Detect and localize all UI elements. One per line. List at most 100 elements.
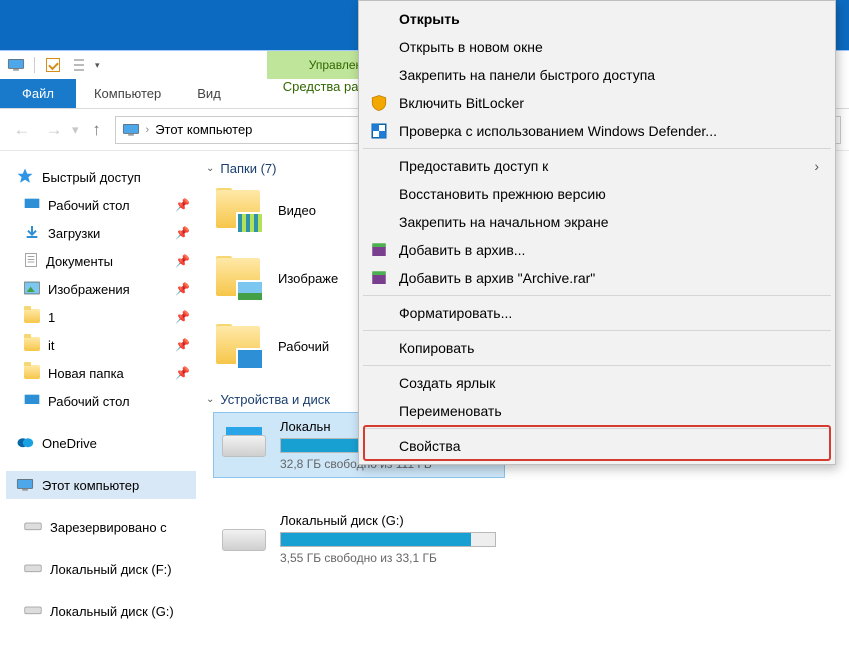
sidebar-item-desktop-2[interactable]: Рабочий стол bbox=[6, 387, 196, 415]
sidebar-item-label: it bbox=[48, 338, 55, 353]
pin-icon: 📌 bbox=[175, 366, 190, 380]
ctx-create-shortcut[interactable]: Создать ярлык bbox=[361, 369, 833, 397]
submenu-arrow-icon: › bbox=[814, 158, 819, 174]
sidebar-this-pc[interactable]: Этот компьютер bbox=[6, 471, 196, 499]
desktop-icon bbox=[24, 197, 40, 214]
shield-icon bbox=[369, 93, 389, 113]
defender-icon bbox=[369, 121, 389, 141]
nav-up-button[interactable]: ↑ bbox=[83, 116, 111, 144]
sidebar-item-documents[interactable]: Документы 📌 bbox=[6, 247, 196, 275]
sidebar-item-label: Локальный диск (G:) bbox=[50, 604, 174, 619]
sidebar-item-label: Документы bbox=[46, 254, 113, 269]
onedrive-icon bbox=[16, 436, 34, 451]
ctx-label: Включить BitLocker bbox=[399, 95, 524, 111]
ctx-defender-scan[interactable]: Проверка с использованием Windows Defend… bbox=[361, 117, 833, 145]
sidebar-item-label: Зарезервировано с bbox=[50, 520, 167, 535]
sidebar-item-downloads[interactable]: Загрузки 📌 bbox=[6, 219, 196, 247]
pin-icon: 📌 bbox=[175, 338, 190, 352]
drive-icon bbox=[24, 520, 42, 535]
pin-icon: 📌 bbox=[175, 310, 190, 324]
ctx-add-to-archive[interactable]: Добавить в архив... bbox=[361, 236, 833, 264]
ctx-label: Добавить в архив "Archive.rar" bbox=[399, 270, 595, 286]
ctx-copy[interactable]: Копировать bbox=[361, 334, 833, 362]
sidebar-item-label: Рабочий стол bbox=[48, 394, 130, 409]
sidebar-item-desktop[interactable]: Рабочий стол 📌 bbox=[6, 191, 196, 219]
ctx-format[interactable]: Форматировать... bbox=[361, 299, 833, 327]
chevron-down-icon: ⌄ bbox=[206, 163, 214, 174]
group-label: Устройства и диск bbox=[220, 392, 330, 407]
nav-back-button[interactable]: ← bbox=[8, 116, 36, 144]
sidebar-local-f[interactable]: Локальный диск (F:) bbox=[6, 555, 196, 583]
ctx-label: Проверка с использованием Windows Defend… bbox=[399, 123, 717, 139]
qat-properties-icon[interactable] bbox=[43, 55, 63, 75]
qat-customize-caret[interactable]: ▾ bbox=[95, 60, 100, 71]
drive-icon bbox=[222, 521, 266, 557]
folder-label: Изображе bbox=[278, 271, 338, 286]
ctx-pin-quick-access[interactable]: Закрепить на панели быстрого доступа bbox=[361, 61, 833, 89]
sidebar-quick-access[interactable]: Быстрый доступ bbox=[6, 163, 196, 191]
qat-new-icon[interactable] bbox=[71, 55, 91, 75]
folder-label: Видео bbox=[278, 203, 316, 218]
ctx-properties[interactable]: Свойства bbox=[361, 432, 833, 460]
desktop-icon bbox=[24, 393, 40, 410]
sidebar-item-folder-it[interactable]: it 📌 bbox=[6, 331, 196, 359]
tab-computer[interactable]: Компьютер bbox=[76, 79, 179, 108]
group-label: Папки (7) bbox=[220, 161, 276, 176]
folder-icon bbox=[24, 365, 40, 382]
ctx-open[interactable]: Открыть bbox=[361, 5, 833, 33]
titlebar-separator bbox=[34, 57, 35, 73]
sidebar-reserved-drive[interactable]: Зарезервировано с bbox=[6, 513, 196, 541]
pictures-icon bbox=[24, 281, 40, 298]
context-menu: Открыть Открыть в новом окне Закрепить н… bbox=[358, 0, 836, 465]
ctx-open-new-window[interactable]: Открыть в новом окне bbox=[361, 33, 833, 61]
sidebar-item-folder-1[interactable]: 1 📌 bbox=[6, 303, 196, 331]
folder-icon bbox=[214, 188, 262, 232]
drive-icon bbox=[24, 562, 42, 577]
winrar-icon bbox=[369, 268, 389, 288]
pin-icon: 📌 bbox=[175, 198, 190, 212]
address-chevron[interactable]: › bbox=[146, 124, 150, 136]
folder-label: Рабочий bbox=[278, 339, 329, 354]
sidebar-item-label: Быстрый доступ bbox=[42, 170, 141, 185]
ctx-give-access[interactable]: Предоставить доступ к › bbox=[361, 152, 833, 180]
thispc-icon bbox=[16, 478, 34, 492]
drive-icon bbox=[222, 427, 266, 463]
nav-history-caret[interactable]: ▾ bbox=[72, 122, 79, 138]
sidebar-local-g[interactable]: Локальный диск (G:) bbox=[6, 597, 196, 625]
sidebar-item-new-folder[interactable]: Новая папка 📌 bbox=[6, 359, 196, 387]
sidebar-onedrive[interactable]: OneDrive bbox=[6, 429, 196, 457]
navigation-pane: Быстрый доступ Рабочий стол 📌 Загрузки 📌… bbox=[0, 151, 200, 661]
sidebar-item-label: Новая папка bbox=[48, 366, 124, 381]
drive-free-text: 3,55 ГБ свободно из 33,1 ГБ bbox=[280, 551, 496, 565]
sidebar-item-label: Рабочий стол bbox=[48, 198, 130, 213]
ctx-restore-previous[interactable]: Восстановить прежнюю версию bbox=[361, 180, 833, 208]
sidebar-item-label: Этот компьютер bbox=[42, 478, 139, 493]
sidebar-item-label: Локальный диск (F:) bbox=[50, 562, 172, 577]
star-icon bbox=[16, 167, 34, 188]
drive-icon bbox=[24, 604, 42, 619]
sidebar-item-label: Загрузки bbox=[48, 226, 100, 241]
ctx-rename[interactable]: Переименовать bbox=[361, 397, 833, 425]
chevron-down-icon: ⌄ bbox=[206, 394, 214, 405]
sidebar-item-pictures[interactable]: Изображения 📌 bbox=[6, 275, 196, 303]
pin-icon: 📌 bbox=[175, 254, 190, 268]
sidebar-item-label: 1 bbox=[48, 310, 55, 325]
thispc-addr-icon bbox=[122, 123, 140, 137]
drive-usage-bar bbox=[280, 532, 496, 547]
address-location[interactable]: Этот компьютер bbox=[155, 122, 252, 137]
ctx-pin-start[interactable]: Закрепить на начальном экране bbox=[361, 208, 833, 236]
drive-g[interactable]: Локальный диск (G:) 3,55 ГБ свободно из … bbox=[214, 507, 504, 571]
drive-name: Локальный диск (G:) bbox=[280, 513, 496, 528]
tab-view[interactable]: Вид bbox=[179, 79, 239, 108]
pin-icon: 📌 bbox=[175, 282, 190, 296]
folder-icon bbox=[214, 324, 262, 368]
folder-icon bbox=[24, 309, 40, 326]
ctx-bitlocker[interactable]: Включить BitLocker bbox=[361, 89, 833, 117]
downloads-icon bbox=[24, 224, 40, 243]
ctx-add-to-archive-rar[interactable]: Добавить в архив "Archive.rar" bbox=[361, 264, 833, 292]
tab-file[interactable]: Файл bbox=[0, 79, 76, 108]
sidebar-item-label: Изображения bbox=[48, 282, 130, 297]
ctx-label: Добавить в архив... bbox=[399, 242, 525, 258]
ctx-label: Предоставить доступ к bbox=[399, 158, 548, 174]
nav-forward-button[interactable]: → bbox=[40, 116, 68, 144]
